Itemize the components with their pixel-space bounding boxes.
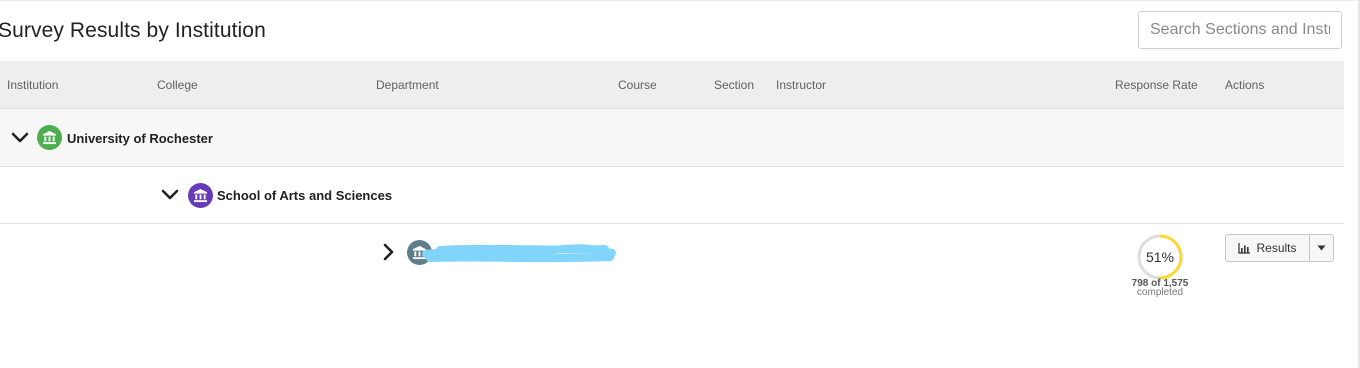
- column-header-actions: Actions: [1225, 78, 1265, 92]
- top-border: [0, 0, 1360, 1]
- results-dropdown-toggle[interactable]: [1309, 234, 1334, 262]
- column-header-instructor[interactable]: Instructor: [776, 78, 826, 92]
- search-input[interactable]: [1138, 11, 1342, 49]
- page-title: Survey Results by Institution: [0, 19, 266, 42]
- response-completed-label: completed: [1136, 287, 1184, 298]
- bar-chart-icon: [1238, 242, 1251, 254]
- column-header-section[interactable]: Section: [714, 78, 754, 92]
- table-row-institution[interactable]: University of Rochester: [0, 109, 1344, 167]
- institution-icon: [37, 125, 62, 150]
- column-header-institution[interactable]: Institution: [7, 78, 58, 92]
- column-header-course[interactable]: Course: [618, 78, 657, 92]
- column-header-department[interactable]: Department: [376, 78, 439, 92]
- institution-icon: [188, 183, 213, 208]
- table-header: Institution College Department Course Se…: [0, 61, 1344, 109]
- results-button-label: Results: [1256, 241, 1297, 255]
- results-button[interactable]: Results: [1225, 234, 1309, 262]
- caret-down-icon: [1317, 245, 1326, 251]
- response-rate-percent: 51%: [1145, 249, 1175, 265]
- chevron-down-icon[interactable]: [161, 186, 179, 204]
- table-row-department[interactable]: 51% 798 of 1,575 completed Results: [0, 224, 1344, 304]
- column-header-response-rate[interactable]: Response Rate: [1115, 78, 1198, 92]
- chevron-right-icon[interactable]: [380, 243, 398, 261]
- redacted-department-name: [422, 244, 616, 263]
- table-row-college[interactable]: School of Arts and Sciences: [0, 167, 1344, 224]
- college-name: School of Arts and Sciences: [217, 188, 393, 203]
- institution-name: University of Rochester: [67, 131, 213, 146]
- column-header-college[interactable]: College: [157, 78, 198, 92]
- chevron-down-icon[interactable]: [11, 129, 29, 147]
